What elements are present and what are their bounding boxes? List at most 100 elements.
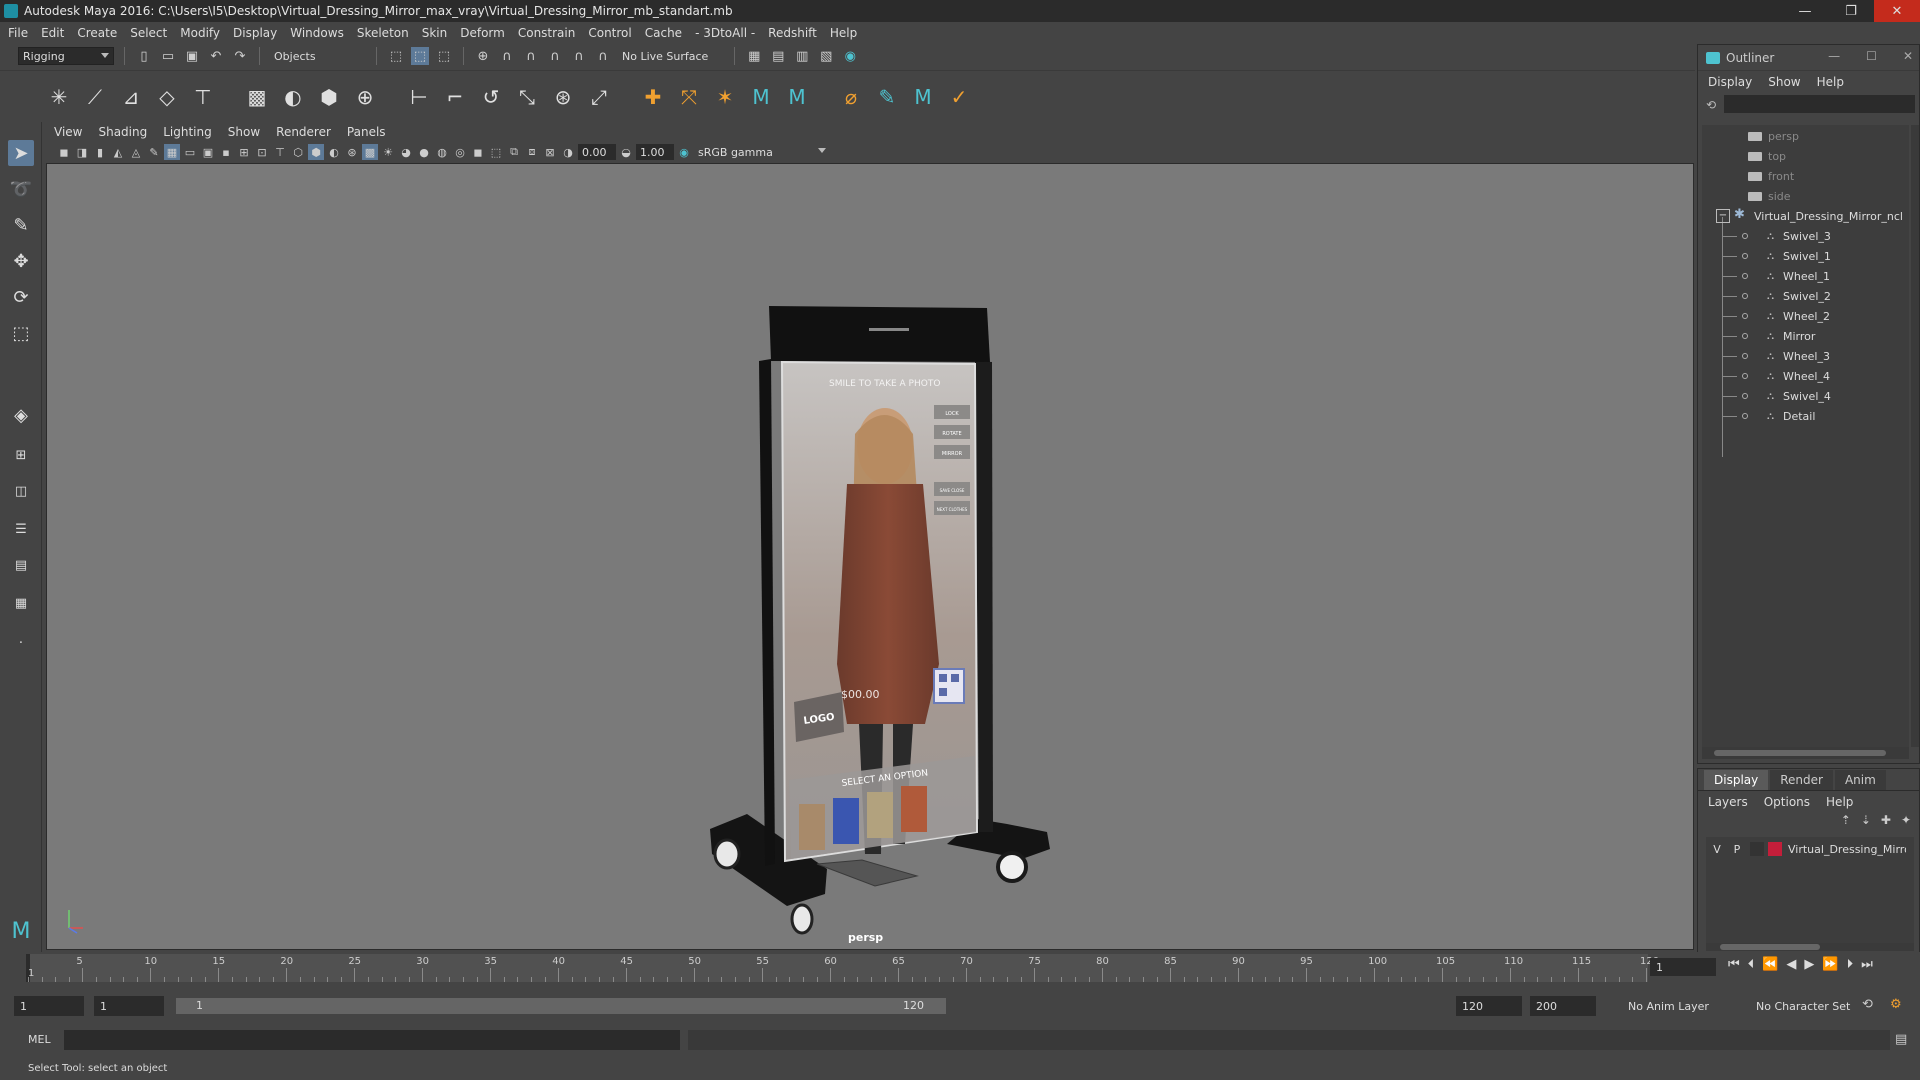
gate-mask-icon[interactable]: ▪ — [218, 144, 234, 160]
outliner-item-persp[interactable]: persp — [1702, 127, 1909, 145]
depth-of-field-icon[interactable]: ◼ — [470, 144, 486, 160]
cluster-icon[interactable]: ⊕ — [352, 84, 378, 110]
snap-point-icon[interactable]: ∩ — [522, 47, 540, 65]
auto-key-icon[interactable]: ⟲ — [1862, 997, 1873, 1012]
menu-3dtoall[interactable]: - 3DtoAll - — [695, 26, 755, 40]
menu-select[interactable]: Select — [130, 26, 167, 40]
graph-layout-icon[interactable]: ▤ — [8, 552, 34, 578]
view-transform-dropdown[interactable]: sRGB gamma — [694, 143, 830, 161]
snap-live-icon[interactable]: ∩ — [594, 47, 612, 65]
outliner-close-icon[interactable]: ✕ — [1903, 49, 1913, 63]
scale-tool-icon[interactable]: ⬚ — [8, 320, 34, 346]
point-constraint-icon[interactable]: ⊢ — [406, 84, 432, 110]
select-component-icon[interactable]: ⬚ — [435, 47, 453, 65]
layer-menu-help[interactable]: Help — [1826, 795, 1853, 809]
gamma-field[interactable]: 1.00 — [636, 144, 674, 160]
outliner-minimize-icon[interactable]: — — [1828, 49, 1840, 63]
range-slider-thumb[interactable] — [176, 998, 946, 1014]
image-plane-icon[interactable]: ◭ — [110, 144, 126, 160]
hik-icon[interactable]: M — [784, 84, 810, 110]
open-scene-icon[interactable]: ▭ — [159, 47, 177, 65]
command-language-label[interactable]: MEL — [28, 1033, 51, 1046]
command-input[interactable] — [64, 1030, 680, 1050]
single-perspective-layout-icon[interactable]: ◈ — [8, 402, 34, 428]
mirror-joint-icon[interactable]: ⊤ — [190, 84, 216, 110]
panel-menu-view[interactable]: View — [54, 125, 82, 139]
outliner-item-wheel-2[interactable]: ⛬ Wheel_2 — [1702, 307, 1909, 325]
selection-mode-dropdown[interactable]: Objects — [270, 47, 366, 65]
outliner-maximize-icon[interactable]: ☐ — [1866, 49, 1877, 63]
move-layer-down-icon[interactable]: ⇣ — [1861, 813, 1871, 833]
animation-preferences-icon[interactable]: ⚙ — [1890, 997, 1902, 1012]
xray-joints-icon[interactable]: ⧈ — [524, 144, 540, 160]
layer-menu-options[interactable]: Options — [1764, 795, 1810, 809]
render-frame-icon[interactable]: ▤ — [769, 47, 787, 65]
parent-constraint-icon[interactable]: ⊛ — [550, 84, 576, 110]
shadows-icon[interactable]: ◕ — [398, 144, 414, 160]
live-surface-label[interactable]: No Live Surface — [622, 50, 708, 63]
undo-icon[interactable]: ↶ — [207, 47, 225, 65]
exposure-field[interactable]: 0.00 — [578, 144, 616, 160]
layer-horizontal-scrollbar[interactable] — [1706, 943, 1914, 951]
rotate-tool-icon[interactable]: ⟳ — [8, 284, 34, 310]
anti-aliasing-icon[interactable]: ◎ — [452, 144, 468, 160]
perspective-viewport[interactable]: SMILE TO TAKE A PHOTO LOCK ROTATE MIRROR… — [46, 163, 1694, 950]
layer-tab-anim[interactable]: Anim — [1834, 770, 1886, 790]
outliner-item-wheel-3[interactable]: ⛬ Wheel_3 — [1702, 347, 1909, 365]
outliner-horizontal-scrollbar[interactable] — [1702, 747, 1909, 759]
panel-menu-show[interactable]: Show — [228, 125, 260, 139]
joint-tool-icon[interactable]: ✳ — [46, 84, 72, 110]
locator-icon[interactable]: ✚ — [640, 84, 666, 110]
xray-icon[interactable]: ⧉ — [506, 144, 522, 160]
play-forwards-icon[interactable]: ▶ — [1804, 957, 1814, 972]
outliner-item-front[interactable]: front — [1702, 167, 1909, 185]
outliner-menu-show[interactable]: Show — [1768, 75, 1800, 89]
snap-grid-icon[interactable]: ⊕ — [474, 47, 492, 65]
set-key-icon[interactable]: ⤧ — [676, 84, 702, 110]
layer-name[interactable]: Virtual_Dressing_Mirror — [1788, 843, 1906, 856]
outliner-layout-icon[interactable]: ☰ — [8, 516, 34, 542]
step-back-key-icon[interactable]: ⏪ — [1762, 957, 1778, 972]
layer-color-swatch[interactable] — [1768, 842, 1782, 856]
snap-curve-icon[interactable]: ∩ — [498, 47, 516, 65]
hypershade-icon[interactable]: ◉ — [841, 47, 859, 65]
two-view-layout-icon[interactable]: ◫ — [8, 478, 34, 504]
wireframe-on-shaded-icon[interactable]: ⊛ — [344, 144, 360, 160]
character-set-dropdown[interactable]: No Character Set — [1750, 996, 1862, 1016]
gamma-icon[interactable]: ◒ — [618, 144, 634, 160]
outliner-vertical-scrollbar[interactable] — [1911, 125, 1919, 747]
bookmark-icon[interactable]: ▮ — [92, 144, 108, 160]
outliner-item-swivel-2[interactable]: ⛬ Swivel_2 — [1702, 287, 1909, 305]
ipr-render-icon[interactable]: ▥ — [793, 47, 811, 65]
animation-end-field[interactable]: 200 — [1530, 996, 1596, 1016]
menu-control[interactable]: Control — [588, 26, 631, 40]
lasso-tool-icon[interactable]: ➰ — [8, 176, 34, 202]
outliner-item-swivel-1[interactable]: ⛬ Swivel_1 — [1702, 247, 1909, 265]
redo-icon[interactable]: ↷ — [231, 47, 249, 65]
outliner-search-input[interactable] — [1724, 95, 1915, 113]
color-management-icon[interactable]: ◉ — [676, 144, 692, 160]
aim-constraint-icon[interactable]: ⌐ — [442, 84, 468, 110]
paint-weights-icon[interactable]: ⌀ — [838, 84, 864, 110]
select-object-icon[interactable]: ⬚ — [411, 47, 429, 65]
snap-view-icon[interactable]: ∩ — [546, 47, 564, 65]
bind-skin-icon[interactable]: ▩ — [244, 84, 270, 110]
layer-tab-render[interactable]: Render — [1770, 770, 1833, 790]
layer-visibility-toggle[interactable]: V — [1710, 843, 1724, 856]
range-slider-bar[interactable]: 1 120 — [176, 998, 946, 1014]
menu-modify[interactable]: Modify — [180, 26, 220, 40]
step-forward-frame-icon[interactable]: ⏵ — [1847, 957, 1854, 972]
motion-blur-icon[interactable]: ◍ — [434, 144, 450, 160]
camera-select-icon[interactable]: ◼ — [56, 144, 72, 160]
camera-attributes-icon[interactable]: ◨ — [74, 144, 90, 160]
minimize-button[interactable]: — — [1782, 0, 1828, 22]
outliner-item-side[interactable]: side — [1702, 187, 1909, 205]
textured-icon[interactable]: ▩ — [362, 144, 378, 160]
smooth-shade-icon[interactable]: ⬢ — [308, 144, 324, 160]
menu-constrain[interactable]: Constrain — [518, 26, 576, 40]
time-slider-track[interactable]: 1 5 10 15 20 25 30 35 40 45 50 55 60 65 70 75 80 85 90 95 1… — [26, 954, 1659, 982]
shelf-check-icon[interactable]: ✓ — [946, 84, 972, 110]
panel-menu-renderer[interactable]: Renderer — [276, 125, 331, 139]
menu-help[interactable]: Help — [830, 26, 857, 40]
layer-playback-toggle[interactable]: P — [1730, 843, 1744, 856]
